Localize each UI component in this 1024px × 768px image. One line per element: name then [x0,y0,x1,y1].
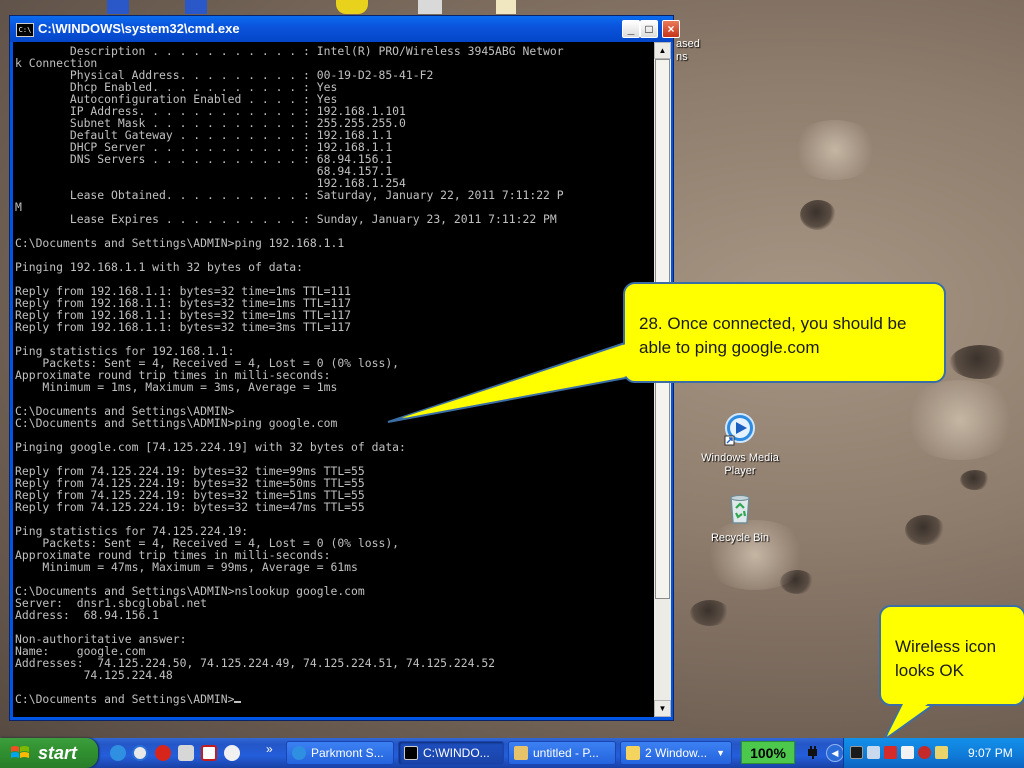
volume-icon[interactable] [901,746,914,759]
cmd-titlebar[interactable]: C:\ C:\WINDOWS\system32\cmd.exe _ □ × [10,16,680,42]
cmd-icon [404,746,418,760]
taskbar-button-parkmont[interactable]: Parkmont S... [286,741,394,765]
network-icon[interactable] [850,746,863,759]
taskbar-clock[interactable]: 9:07 PM [968,738,1013,768]
show-hidden-icons-icon[interactable]: ◀ [826,744,844,762]
ridge [790,120,880,180]
scroll-up-arrow-icon[interactable]: ▲ [654,42,671,59]
group-dropdown-chevron-icon: ▼ [716,748,725,758]
text-cursor [234,701,242,703]
start-button[interactable]: start [0,738,98,768]
calendar-quicklaunch-icon[interactable] [178,745,194,761]
partial-label-line: ns [676,51,688,63]
windows-logo-icon [11,746,29,758]
zoom-level-badge[interactable]: 100% [741,741,795,764]
cmd-output: Description . . . . . . . . . . . : Inte… [15,44,564,706]
partial-label-line: ased [676,38,700,50]
crater [960,470,990,490]
partial-desktop-icon[interactable] [107,0,129,14]
task-label: Parkmont S... [311,746,384,760]
wireless-callout-tail [883,702,940,741]
partial-desktop-icon[interactable] [336,0,368,14]
task-label: 2 Window... [645,746,708,760]
taskbar-button-paint[interactable]: untitled - P... [508,741,616,765]
partial-desktop-label[interactable]: ased ns [676,38,700,64]
cmd-window[interactable]: C:\ C:\WINDOWS\system32\cmd.exe _ □ × De… [9,15,680,721]
internet-explorer-quicklaunch-icon[interactable] [110,745,126,761]
recycle-bin-icon [730,495,750,524]
callout-ping-instruction: 28. Once connected, you should be able t… [623,282,946,383]
taskbar-button-windows-group[interactable]: 2 Window... ▼ [620,741,732,765]
callout-wireless-note: Wireless icon looks OK [879,605,1024,706]
disc-quicklaunch-icon[interactable] [224,745,240,761]
paint-icon [514,746,528,760]
taskbar-button-cmd[interactable]: C:\WINDO... [398,741,504,765]
desktop-icon-recycle-bin[interactable]: Recycle Bin [700,492,780,545]
cmd-console[interactable]: Description . . . . . . . . . . . : Inte… [13,42,654,717]
close-button[interactable]: × [662,20,680,38]
minimize-button[interactable]: _ [622,20,640,38]
partial-desktop-icon[interactable] [418,0,442,14]
task-label: untitled - P... [533,746,599,760]
crater [800,200,836,230]
partial-desktop-icon[interactable] [185,0,207,14]
cmd-window-title: C:\WINDOWS\system32\cmd.exe [38,21,240,36]
desktop-icon-label: Player [724,465,756,477]
folder-icon [626,746,640,760]
desktop-icon-label: Recycle Bin [710,532,770,544]
cmd-app-icon[interactable]: C:\ [16,23,34,37]
crater [905,515,945,545]
desktop-icon-windows-media-player[interactable]: Windows Media Player [700,412,780,478]
media-quicklaunch-icon[interactable] [155,745,171,761]
internet-explorer-icon [292,746,306,760]
utility-icon[interactable] [935,746,948,759]
ridge [900,380,1020,460]
browser-quicklaunch-icon[interactable] [132,745,148,761]
start-label: start [38,743,78,763]
partial-desktop-icon[interactable] [496,0,516,14]
power-plug-icon[interactable] [806,745,820,759]
maximize-button[interactable]: □ [640,20,658,38]
crater [950,345,1010,379]
wireless-network-icon[interactable] [867,746,880,759]
task-label: C:\WINDO... [423,746,490,760]
crater [690,600,730,626]
system-tray: 9:07 PM [843,738,1024,768]
desktop-icon-label: Windows Media [701,452,779,464]
security-shield-icon[interactable] [918,746,931,759]
quicklaunch-more-chevron-icon[interactable]: » [266,742,273,756]
pdf-quicklaunch-icon[interactable] [201,745,217,761]
taskbar: start » Parkmont S... C:\WINDO... untitl… [0,738,1024,768]
scroll-down-arrow-icon[interactable]: ▼ [654,700,671,717]
windows-media-player-icon [724,413,755,446]
antivirus-icon[interactable] [884,746,897,759]
